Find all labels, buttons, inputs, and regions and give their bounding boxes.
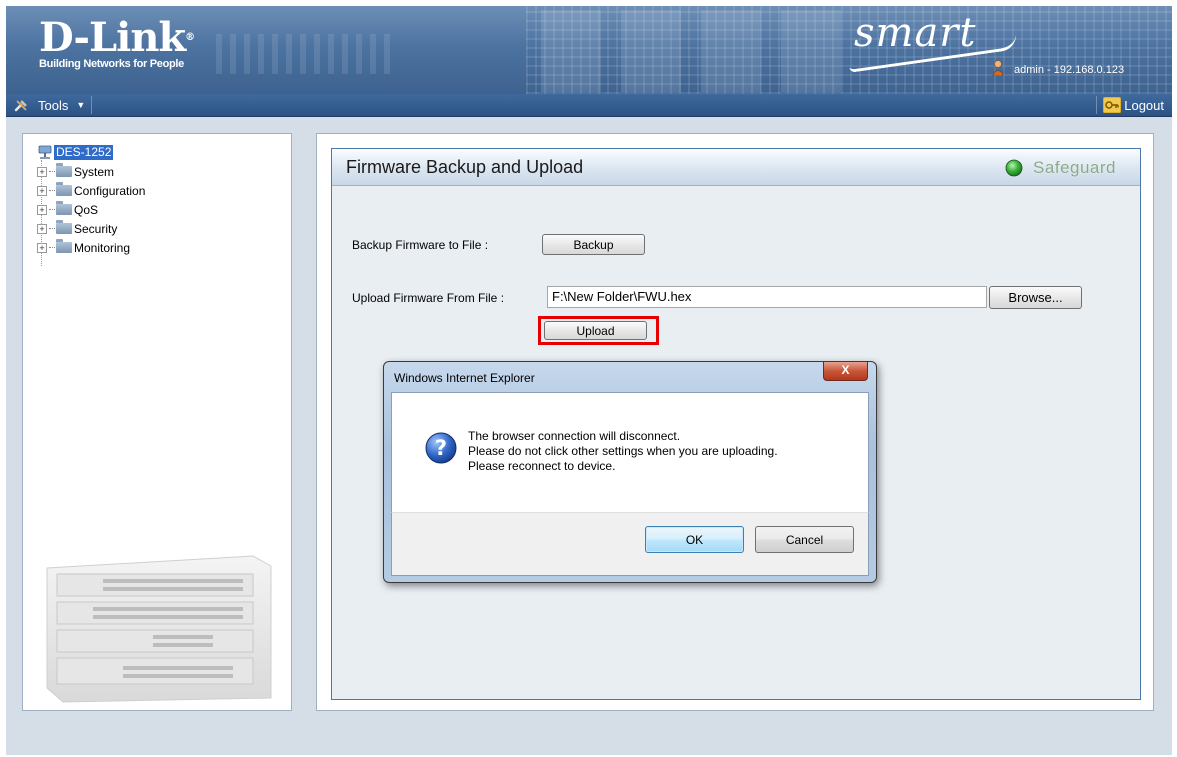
tree-root-label: DES-1252 — [54, 144, 114, 160]
tree-item-configuration[interactable]: + Configuration — [37, 181, 145, 200]
tree-item-label: QoS — [74, 202, 99, 217]
user-icon — [992, 60, 1004, 76]
tools-menu[interactable]: Tools ▼ — [14, 96, 93, 114]
upload-button[interactable]: Upload — [544, 321, 647, 340]
folder-icon — [56, 163, 72, 177]
expand-icon[interactable]: + — [37, 242, 47, 253]
navigation-tree-panel: DES-1252 + System + Configuration + QoS … — [22, 133, 292, 711]
tree-dash — [49, 190, 55, 191]
confirm-dialog: Windows Internet Explorer X ? The browse… — [383, 361, 877, 583]
logout-label: Logout — [1124, 97, 1164, 113]
tree-dash — [49, 228, 55, 229]
expand-icon[interactable]: + — [37, 185, 47, 196]
tree-item-system[interactable]: + System — [37, 162, 114, 181]
safeguard-status-icon — [1005, 159, 1023, 177]
dialog-body: ? The browser connection will disconnect… — [391, 392, 869, 513]
firmware-file-input[interactable]: F:\New Folder\FWU.hex — [547, 286, 987, 308]
folder-icon — [56, 182, 72, 196]
tools-label: Tools — [38, 97, 69, 113]
tree-dash — [49, 247, 55, 248]
tree-item-label: System — [74, 164, 115, 179]
upload-firmware-label: Upload Firmware From File : — [352, 291, 505, 305]
folder-icon — [56, 220, 72, 234]
user-info: admin - 192.168.0.123 — [1014, 64, 1125, 76]
dlink-logo: D-Link® — [39, 14, 195, 61]
tree-item-label: Monitoring — [74, 240, 131, 255]
ok-button[interactable]: OK — [645, 526, 744, 553]
switch-stack-image — [46, 555, 272, 703]
folder-icon — [56, 239, 72, 253]
chevron-down-icon: ▼ — [76, 100, 86, 110]
tree-item-monitoring[interactable]: + Monitoring — [37, 238, 130, 257]
tools-icon — [14, 99, 28, 112]
tree-item-label: Configuration — [74, 183, 146, 198]
safeguard-indicator: Safeguard — [1005, 158, 1116, 178]
backup-firmware-label: Backup Firmware to File : — [352, 238, 489, 252]
tree-root-device[interactable]: DES-1252 — [37, 144, 114, 160]
backup-button[interactable]: Backup — [542, 234, 645, 255]
toolbar: Tools ▼ Logout — [6, 94, 1172, 117]
header-port-pattern — [521, 10, 841, 92]
expand-icon[interactable]: + — [37, 166, 47, 177]
dialog-close-button[interactable]: X — [823, 362, 868, 381]
tree-dash — [49, 209, 55, 210]
expand-icon[interactable]: + — [37, 223, 47, 234]
app-window: D-Link® Building Networks for People sma… — [6, 6, 1172, 755]
browse-button[interactable]: Browse... — [989, 286, 1082, 309]
dialog-message-line: Please do not click other settings when … — [468, 444, 778, 458]
folder-icon — [56, 201, 72, 215]
title-bar: Firmware Backup and Upload Safeguard — [332, 149, 1140, 186]
tree-item-qos[interactable]: + QoS — [37, 200, 98, 219]
trademark-mark: ® — [185, 32, 195, 43]
tree-item-security[interactable]: + Security — [37, 219, 117, 238]
key-icon — [1103, 97, 1122, 113]
svg-text:?: ? — [435, 436, 447, 460]
dialog-message-line: Please reconnect to device. — [468, 459, 616, 473]
expand-icon[interactable]: + — [37, 204, 47, 215]
dialog-footer: OK Cancel — [391, 512, 869, 576]
header-mid-pattern — [216, 34, 396, 74]
switch-device-icon — [38, 145, 52, 159]
tree-dash — [49, 171, 55, 172]
safeguard-label: Safeguard — [1033, 158, 1116, 177]
header-banner: D-Link® Building Networks for People sma… — [6, 6, 1172, 94]
dialog-message: The browser connection will disconnect. … — [468, 429, 778, 474]
tree-item-label: Security — [74, 221, 118, 236]
dialog-message-line: The browser connection will disconnect. — [468, 429, 681, 443]
dialog-title: Windows Internet Explorer — [394, 371, 535, 385]
page-title: Firmware Backup and Upload — [346, 157, 584, 177]
dlink-tagline: Building Networks for People — [39, 58, 185, 70]
logout-button[interactable]: Logout — [1096, 96, 1164, 114]
question-icon: ? — [425, 432, 457, 464]
cancel-button[interactable]: Cancel — [755, 526, 854, 553]
